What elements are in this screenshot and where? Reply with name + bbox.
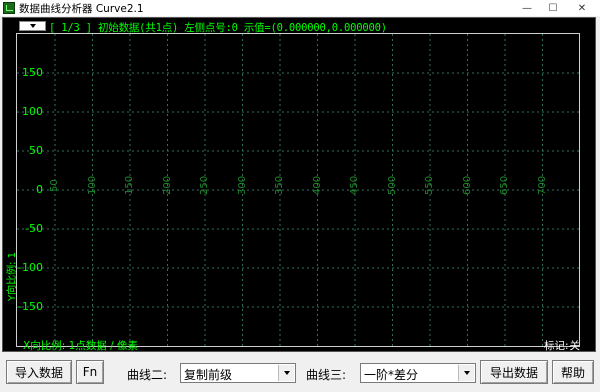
maximize-button[interactable]: ☐ bbox=[540, 0, 566, 16]
chevron-down-icon[interactable] bbox=[278, 365, 294, 381]
curve3-value: 一阶*差分 bbox=[364, 368, 419, 382]
minimize-button[interactable]: — bbox=[514, 0, 540, 16]
y-tick-label: 0 bbox=[36, 183, 43, 196]
grid-lines bbox=[17, 34, 579, 346]
marker-status[interactable]: 标记:关 bbox=[543, 338, 580, 353]
y-tick-label: 50 bbox=[29, 144, 43, 157]
marker-label: 标记: bbox=[544, 340, 569, 352]
x-tick-label: 200 bbox=[161, 175, 173, 195]
x-tick-label: 350 bbox=[274, 175, 285, 195]
bottom-toolbar: 导入数据 Fn 曲线二: 复制前级 曲线三: 一阶*差分 导出数据 帮助 bbox=[0, 356, 600, 392]
x-tick-label: 50 bbox=[49, 179, 60, 192]
y-tick-label: 100 bbox=[22, 105, 43, 118]
title-bar: 数据曲线分析器 Curve2.1 — ☐ ✕ bbox=[0, 0, 600, 16]
y-tick-label: -50 bbox=[25, 222, 43, 235]
curve3-select[interactable]: 一阶*差分 bbox=[360, 363, 476, 383]
chevron-down-icon[interactable] bbox=[458, 365, 474, 381]
close-button[interactable]: ✕ bbox=[566, 0, 598, 16]
marker-value: 关 bbox=[569, 340, 581, 352]
x-tick-label: 600 bbox=[461, 175, 473, 195]
x-tick-label: 450 bbox=[349, 175, 360, 195]
export-data-button[interactable]: 导出数据 bbox=[480, 360, 548, 384]
app-icon bbox=[3, 2, 15, 14]
curve2-value: 复制前级 bbox=[184, 368, 233, 382]
x-tick-label: 150 bbox=[124, 175, 135, 195]
curve2-select[interactable]: 复制前级 bbox=[180, 363, 296, 383]
plot-panel: [ 1/3 ] 初始数据(共1点) 左侧点号:0 示值=(0.000000,0.… bbox=[2, 17, 596, 352]
curve-select-dropdown[interactable] bbox=[19, 21, 46, 31]
import-data-button[interactable]: 导入数据 bbox=[6, 360, 72, 384]
y-tick-label: 150 bbox=[22, 66, 43, 79]
curve2-label: 曲线二: bbox=[127, 368, 168, 382]
fn-button[interactable]: Fn bbox=[76, 360, 104, 384]
x-tick-label: 550 bbox=[424, 175, 435, 195]
plot-area[interactable] bbox=[16, 33, 580, 347]
x-tick-label: 300 bbox=[236, 175, 248, 195]
y-ratio-label: Y向比例: 1 bbox=[7, 251, 18, 301]
x-tick-label: 500 bbox=[386, 175, 398, 195]
x-tick-label: 100 bbox=[86, 175, 98, 195]
x-tick-label: 650 bbox=[499, 175, 510, 195]
x-tick-label: 400 bbox=[311, 175, 323, 195]
x-tick-label: 700 bbox=[536, 175, 548, 195]
window-title: 数据曲线分析器 Curve2.1 bbox=[19, 3, 144, 15]
x-tick-label: 250 bbox=[199, 175, 210, 195]
help-button[interactable]: 帮助 bbox=[552, 360, 594, 384]
y-tick-label: -150 bbox=[18, 300, 43, 313]
x-ratio-label: X向比例: 1点数据 / 像素 bbox=[23, 340, 138, 352]
curve3-label: 曲线三: bbox=[306, 368, 347, 382]
